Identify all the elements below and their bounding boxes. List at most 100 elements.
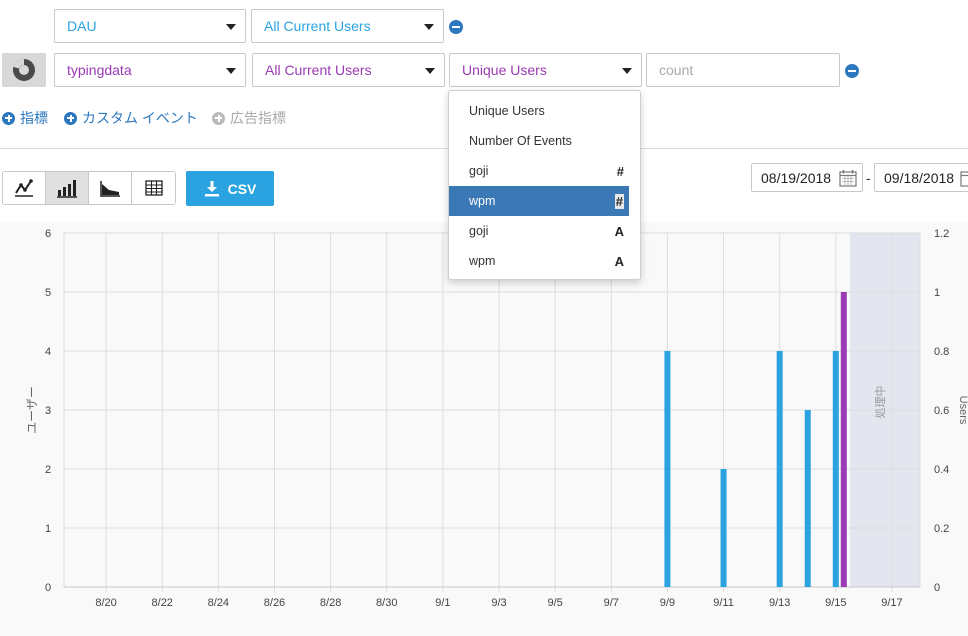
x-tick-label: 9/3 (491, 597, 506, 609)
chevron-down-icon (226, 24, 236, 30)
number-type-icon: # (616, 163, 624, 179)
y2-tick-label: 0.4 (934, 464, 949, 476)
x-tick-label: 8/20 (95, 597, 116, 609)
y-tick-label: 1 (45, 523, 51, 535)
calendar-icon (960, 171, 968, 187)
x-tick-label: 9/7 (604, 597, 619, 609)
chevron-down-icon (424, 24, 434, 30)
x-tick-label: 8/30 (376, 597, 397, 609)
bar-chart-icon (57, 180, 77, 198)
add-metric-label: 指標 (20, 110, 48, 126)
end-date-value: 09/18/2018 (884, 169, 955, 186)
chevron-down-icon (425, 68, 435, 74)
chevron-down-icon (226, 68, 236, 74)
y-tick-label: 2 (45, 464, 51, 476)
event-select[interactable]: typingdata (54, 53, 246, 87)
metric-select[interactable]: DAU (54, 9, 246, 43)
measure-select[interactable]: Unique Users (449, 53, 642, 87)
y-tick-label: 5 (45, 287, 51, 299)
pie-chart-icon (13, 59, 35, 81)
x-tick-label: 8/22 (152, 597, 173, 609)
dropdown-item-label: Unique Users (469, 104, 545, 118)
dropdown-item[interactable]: wpm A (449, 246, 640, 276)
y-axis-title: ユーザー (25, 386, 39, 434)
add-custom-event-link[interactable]: カスタム イベント (64, 108, 198, 128)
x-tick-label: 8/28 (320, 597, 341, 609)
dropdown-item[interactable]: Number Of Events (449, 126, 640, 156)
bar (832, 351, 839, 587)
x-tick-label: 9/15 (825, 597, 846, 609)
y-tick-label: 4 (45, 346, 51, 358)
add-ad-metric-link[interactable]: 広告指標 (212, 108, 286, 128)
segment-select-2-value: All Current Users (265, 62, 372, 78)
y2-axis-title: Users (957, 396, 968, 425)
bar (840, 292, 847, 587)
x-tick-label: 9/1 (435, 597, 450, 609)
x-tick-label: 9/17 (881, 597, 902, 609)
property-input[interactable]: count (646, 53, 840, 87)
add-metric-link[interactable]: 指標 (2, 108, 48, 128)
remove-row-1-icon[interactable] (449, 20, 463, 34)
event-select-value: typingdata (67, 62, 132, 78)
bar (804, 410, 811, 587)
date-range-separator: - (866, 170, 871, 186)
measure-dropdown-menu: Unique Users Number Of Events goji # wpm # goj… (448, 90, 641, 280)
x-tick-label: 9/13 (769, 597, 790, 609)
y2-tick-label: 0.2 (934, 523, 949, 535)
area-chart-view-button[interactable] (89, 172, 132, 204)
end-date-input[interactable]: 09/18/2018 (874, 163, 968, 192)
start-date-value: 08/19/2018 (761, 169, 832, 186)
plus-circle-icon (212, 111, 225, 125)
csv-label: CSV (227, 180, 257, 197)
x-tick-label: 8/26 (264, 597, 285, 609)
y2-tick-label: 1 (934, 287, 940, 299)
table-view-button[interactable] (132, 172, 175, 204)
segment-select-1-value: All Current Users (264, 18, 371, 34)
dropdown-item-label: Number Of Events (469, 134, 572, 148)
segment-select-2[interactable]: All Current Users (252, 53, 445, 87)
y-tick-label: 3 (45, 405, 51, 417)
x-tick-label: 9/9 (660, 597, 675, 609)
remove-row-2-icon[interactable] (845, 64, 859, 78)
plus-circle-icon (64, 111, 77, 125)
dropdown-item[interactable]: wpm # (449, 186, 629, 216)
y-tick-label: 0 (45, 582, 51, 594)
start-date-input[interactable]: 08/19/2018 (751, 163, 863, 192)
add-ad-metric-label: 広告指標 (230, 110, 286, 126)
dropdown-item-label: wpm (469, 194, 496, 208)
bar (720, 469, 727, 587)
chevron-down-icon (622, 68, 632, 74)
calendar-icon (839, 170, 857, 187)
number-type-icon: # (614, 193, 624, 209)
view-toggle-group (2, 171, 176, 205)
y-tick-label: 6 (45, 228, 51, 240)
y2-tick-label: 1.2 (934, 228, 949, 240)
dropdown-item[interactable]: goji A (449, 216, 640, 246)
metric-select-value: DAU (67, 18, 97, 34)
bar-chart: 0 1 2 3 4 5 6 0 0.2 0.4 0.6 0.8 1 1.2 8/20 8/22 8/24 8/26… (25, 228, 968, 609)
segment-select-1[interactable]: All Current Users (251, 9, 444, 43)
property-input-placeholder: count (659, 62, 694, 78)
dropdown-item[interactable]: Unique Users (449, 96, 640, 126)
y2-tick-label: 0 (934, 582, 940, 594)
event-type-button[interactable] (2, 53, 46, 87)
line-chart-view-button[interactable] (3, 172, 46, 204)
add-custom-event-label: カスタム イベント (82, 110, 198, 126)
plus-circle-icon (2, 111, 15, 125)
bar (776, 351, 783, 587)
processing-label: 処理中 (874, 386, 887, 419)
dropdown-item-label: goji (469, 224, 489, 238)
text-type-icon: A (614, 223, 624, 239)
bar-chart-view-button[interactable] (46, 172, 89, 204)
download-icon (204, 181, 219, 197)
csv-download-button[interactable]: CSV (186, 171, 274, 206)
dropdown-item-label: wpm (469, 254, 496, 268)
table-icon (144, 180, 163, 196)
x-tick-label: 9/5 (547, 597, 562, 609)
text-type-icon: A (614, 253, 624, 269)
y2-tick-label: 0.6 (934, 405, 949, 417)
line-chart-icon (15, 179, 33, 197)
dropdown-item[interactable]: goji # (449, 156, 640, 186)
bar (664, 351, 671, 587)
y2-tick-label: 0.8 (934, 346, 949, 358)
